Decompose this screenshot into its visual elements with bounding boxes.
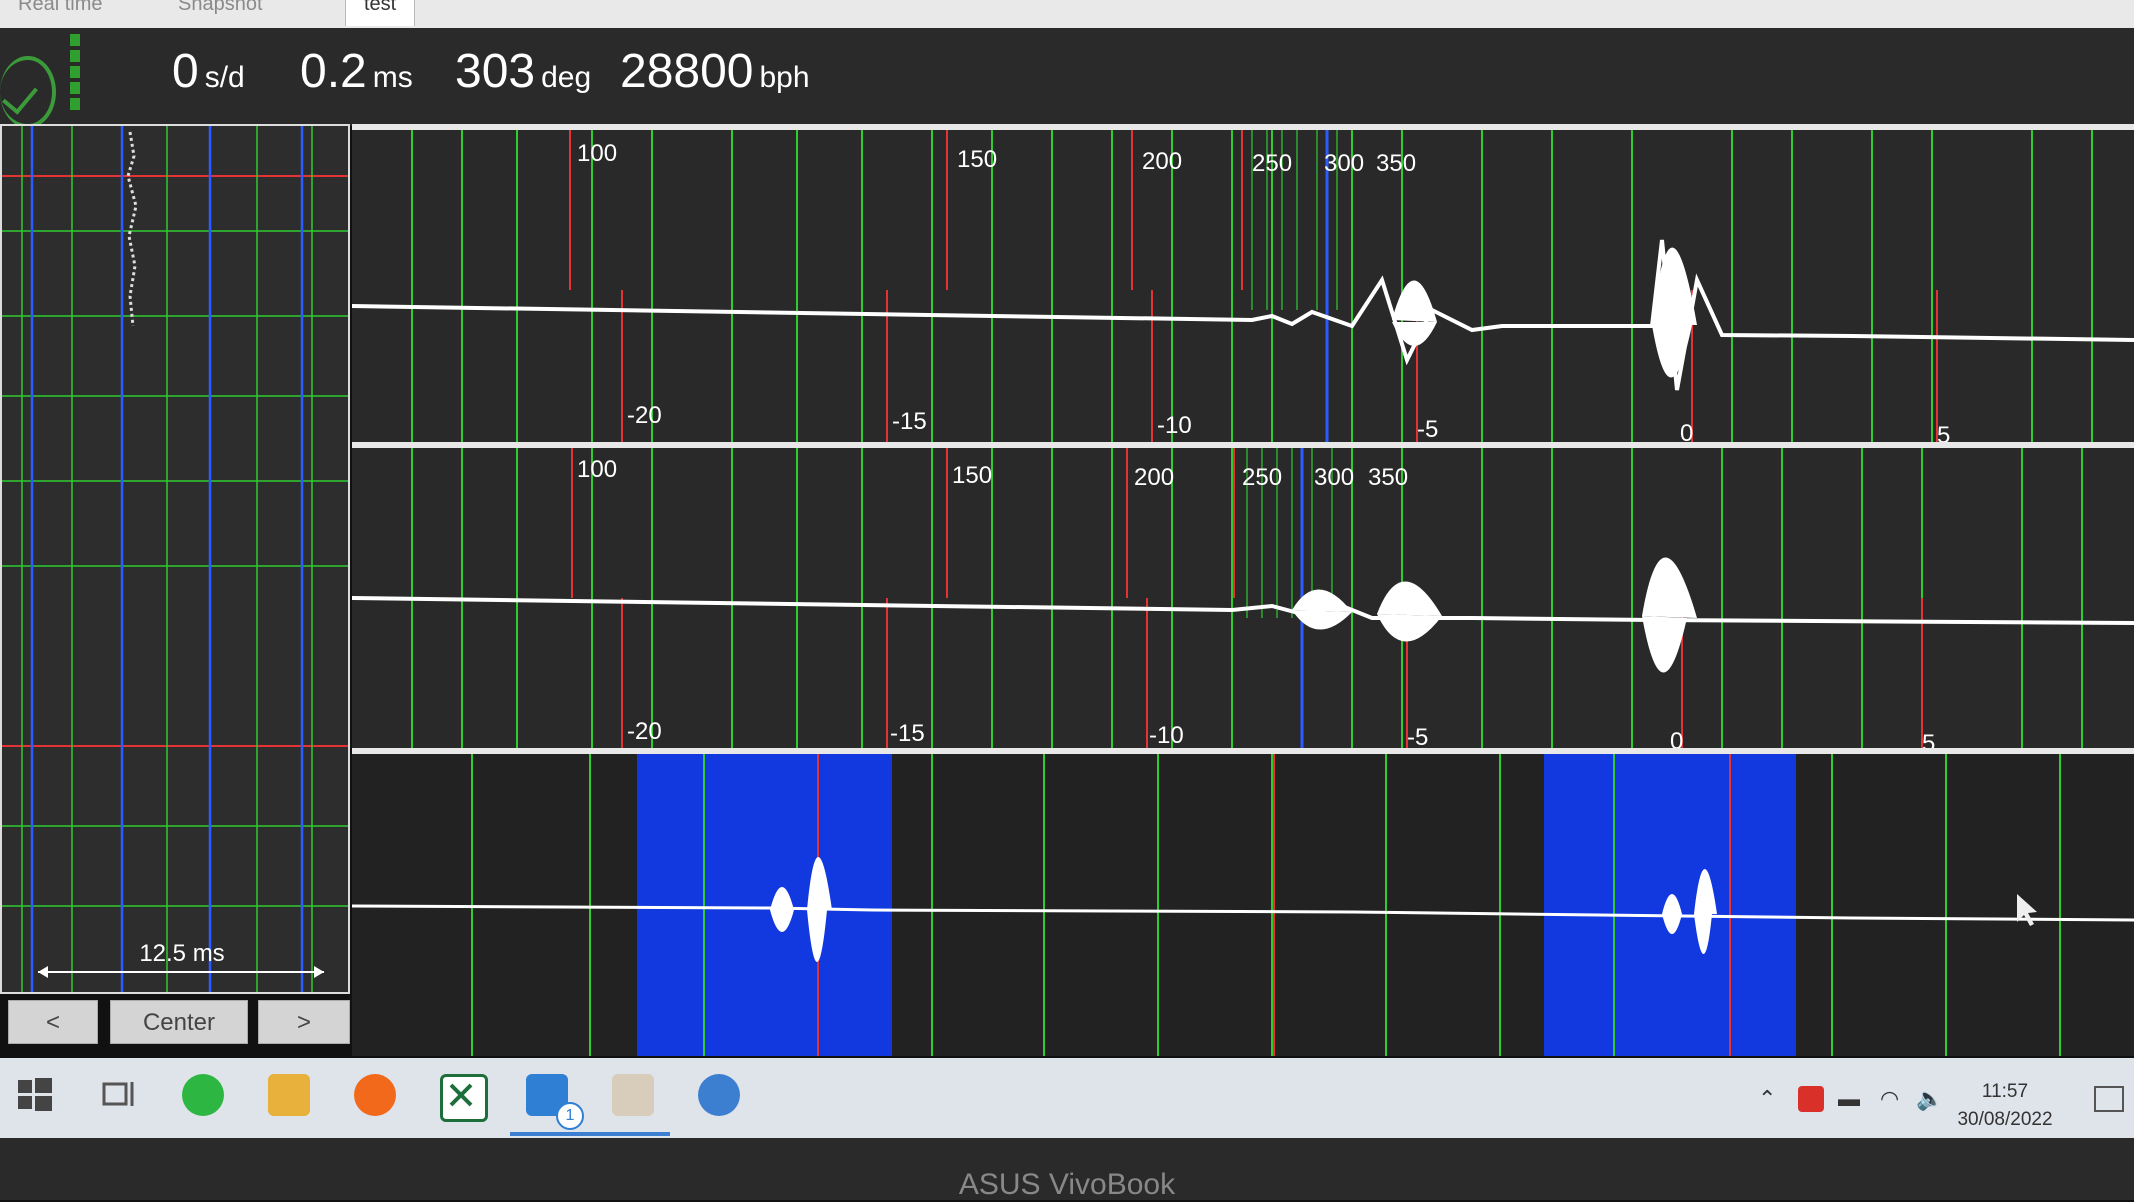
degree-label: 250 bbox=[1242, 464, 1283, 491]
tab-real-time[interactable]: Real time bbox=[0, 0, 120, 26]
readout-bar: 0 s/d 0.2 ms 303 deg 28800 bph bbox=[0, 28, 2134, 128]
chevron-up-icon[interactable]: ⌃ bbox=[1758, 1086, 1776, 1112]
degree-label: 100 bbox=[577, 456, 618, 483]
paperstrip-grid bbox=[2, 126, 348, 992]
battery-icon[interactable]: ▬ bbox=[1838, 1086, 1860, 1112]
amplitude-value: 303 bbox=[455, 45, 536, 98]
active-app-indicator bbox=[510, 1132, 670, 1136]
degree-label: 250 bbox=[1252, 150, 1293, 177]
tab-test[interactable]: test bbox=[345, 0, 416, 26]
next-button[interactable]: > bbox=[258, 1000, 350, 1044]
ms-label: -20 bbox=[627, 718, 662, 745]
notification-icon[interactable] bbox=[2094, 1086, 2124, 1112]
tab-snapshot[interactable]: Snapshot bbox=[160, 0, 281, 26]
security-app-icon[interactable] bbox=[1798, 1086, 1824, 1112]
degree-label: 200 bbox=[1134, 464, 1175, 491]
rate-readout: 0 s/d bbox=[172, 44, 245, 99]
rate-unit: s/d bbox=[204, 61, 245, 94]
tic-highlight bbox=[637, 754, 892, 1056]
degree-label: 150 bbox=[957, 146, 998, 173]
timegrapher-app-icon[interactable] bbox=[698, 1074, 740, 1116]
waveform-plot-top bbox=[352, 130, 2134, 450]
signal-led-icon bbox=[70, 34, 80, 46]
whatsapp-icon[interactable] bbox=[182, 1074, 224, 1116]
ms-label: -15 bbox=[892, 408, 927, 435]
signal-led-icon bbox=[70, 50, 80, 62]
degree-label: 350 bbox=[1376, 150, 1417, 177]
prev-button[interactable]: < bbox=[8, 1000, 98, 1044]
taskbar-clock[interactable]: 11:57 30/08/2022 bbox=[1950, 1078, 2060, 1134]
degree-label: 200 bbox=[1142, 148, 1183, 175]
rate-value: 0 bbox=[172, 45, 199, 98]
excel-icon[interactable] bbox=[440, 1074, 488, 1122]
amplitude-readout: 303 deg bbox=[455, 44, 591, 99]
time-scale-label: 12.5 ms bbox=[139, 940, 225, 967]
clock-time: 11:57 bbox=[1981, 1081, 2029, 1102]
signal-led-icon bbox=[70, 66, 80, 78]
waveform-plot-middle bbox=[352, 448, 2134, 756]
center-button[interactable]: Center bbox=[110, 1000, 248, 1044]
ms-label: -20 bbox=[627, 402, 662, 429]
signal-led-icon bbox=[70, 82, 80, 94]
ms-label: -10 bbox=[1157, 412, 1192, 439]
mouse-cursor-icon bbox=[2017, 894, 2037, 926]
bph-value: 28800 bbox=[620, 45, 754, 98]
degree-label: 300 bbox=[1324, 150, 1365, 177]
wifi-icon[interactable]: ◠ bbox=[1880, 1086, 1899, 1112]
clock-date: 30/08/2022 bbox=[1957, 1109, 2053, 1130]
amplitude-unit: deg bbox=[541, 61, 592, 94]
waveform-overview[interactable] bbox=[352, 748, 2134, 1056]
degree-label: 100 bbox=[577, 140, 618, 167]
beat-error-value: 0.2 bbox=[300, 45, 367, 98]
waveform-trace-top[interactable]: 100 150 200 250 300 350 -20 -15 -10 -5 0… bbox=[352, 124, 2134, 450]
task-view-icon[interactable] bbox=[98, 1074, 140, 1116]
bph-unit: bph bbox=[759, 61, 810, 94]
beat-error-readout: 0.2 ms bbox=[300, 44, 413, 99]
bph-readout: 28800 bph bbox=[620, 44, 810, 99]
signal-led-icon bbox=[70, 98, 80, 110]
window-count-badge: 1 bbox=[556, 1102, 584, 1130]
degree-label: 150 bbox=[952, 462, 993, 489]
degree-label: 350 bbox=[1368, 464, 1409, 491]
beat-error-unit: ms bbox=[372, 61, 413, 94]
ms-label: -15 bbox=[890, 720, 925, 747]
paperstrip-panel[interactable]: 12.5 ms bbox=[0, 124, 350, 994]
windows-start-icon[interactable] bbox=[14, 1074, 56, 1116]
laptop-brand: ASUS VivoBook bbox=[958, 1168, 1176, 1201]
ms-label: -5 bbox=[1417, 416, 1439, 443]
folder-icon[interactable] bbox=[612, 1074, 654, 1116]
tab-bar: Real time Snapshot test bbox=[0, 0, 2134, 28]
volume-icon[interactable]: 🔈 bbox=[1916, 1086, 1943, 1112]
file-explorer-icon[interactable] bbox=[268, 1074, 310, 1116]
ms-label: -10 bbox=[1149, 722, 1184, 749]
degree-label: 300 bbox=[1314, 464, 1355, 491]
waveform-trace-middle[interactable]: 100 150 200 250 300 350 -20 -15 -10 -5 0… bbox=[352, 442, 2134, 757]
firefox-icon[interactable] bbox=[354, 1074, 396, 1116]
waveform-plot-overview bbox=[352, 754, 2134, 1056]
